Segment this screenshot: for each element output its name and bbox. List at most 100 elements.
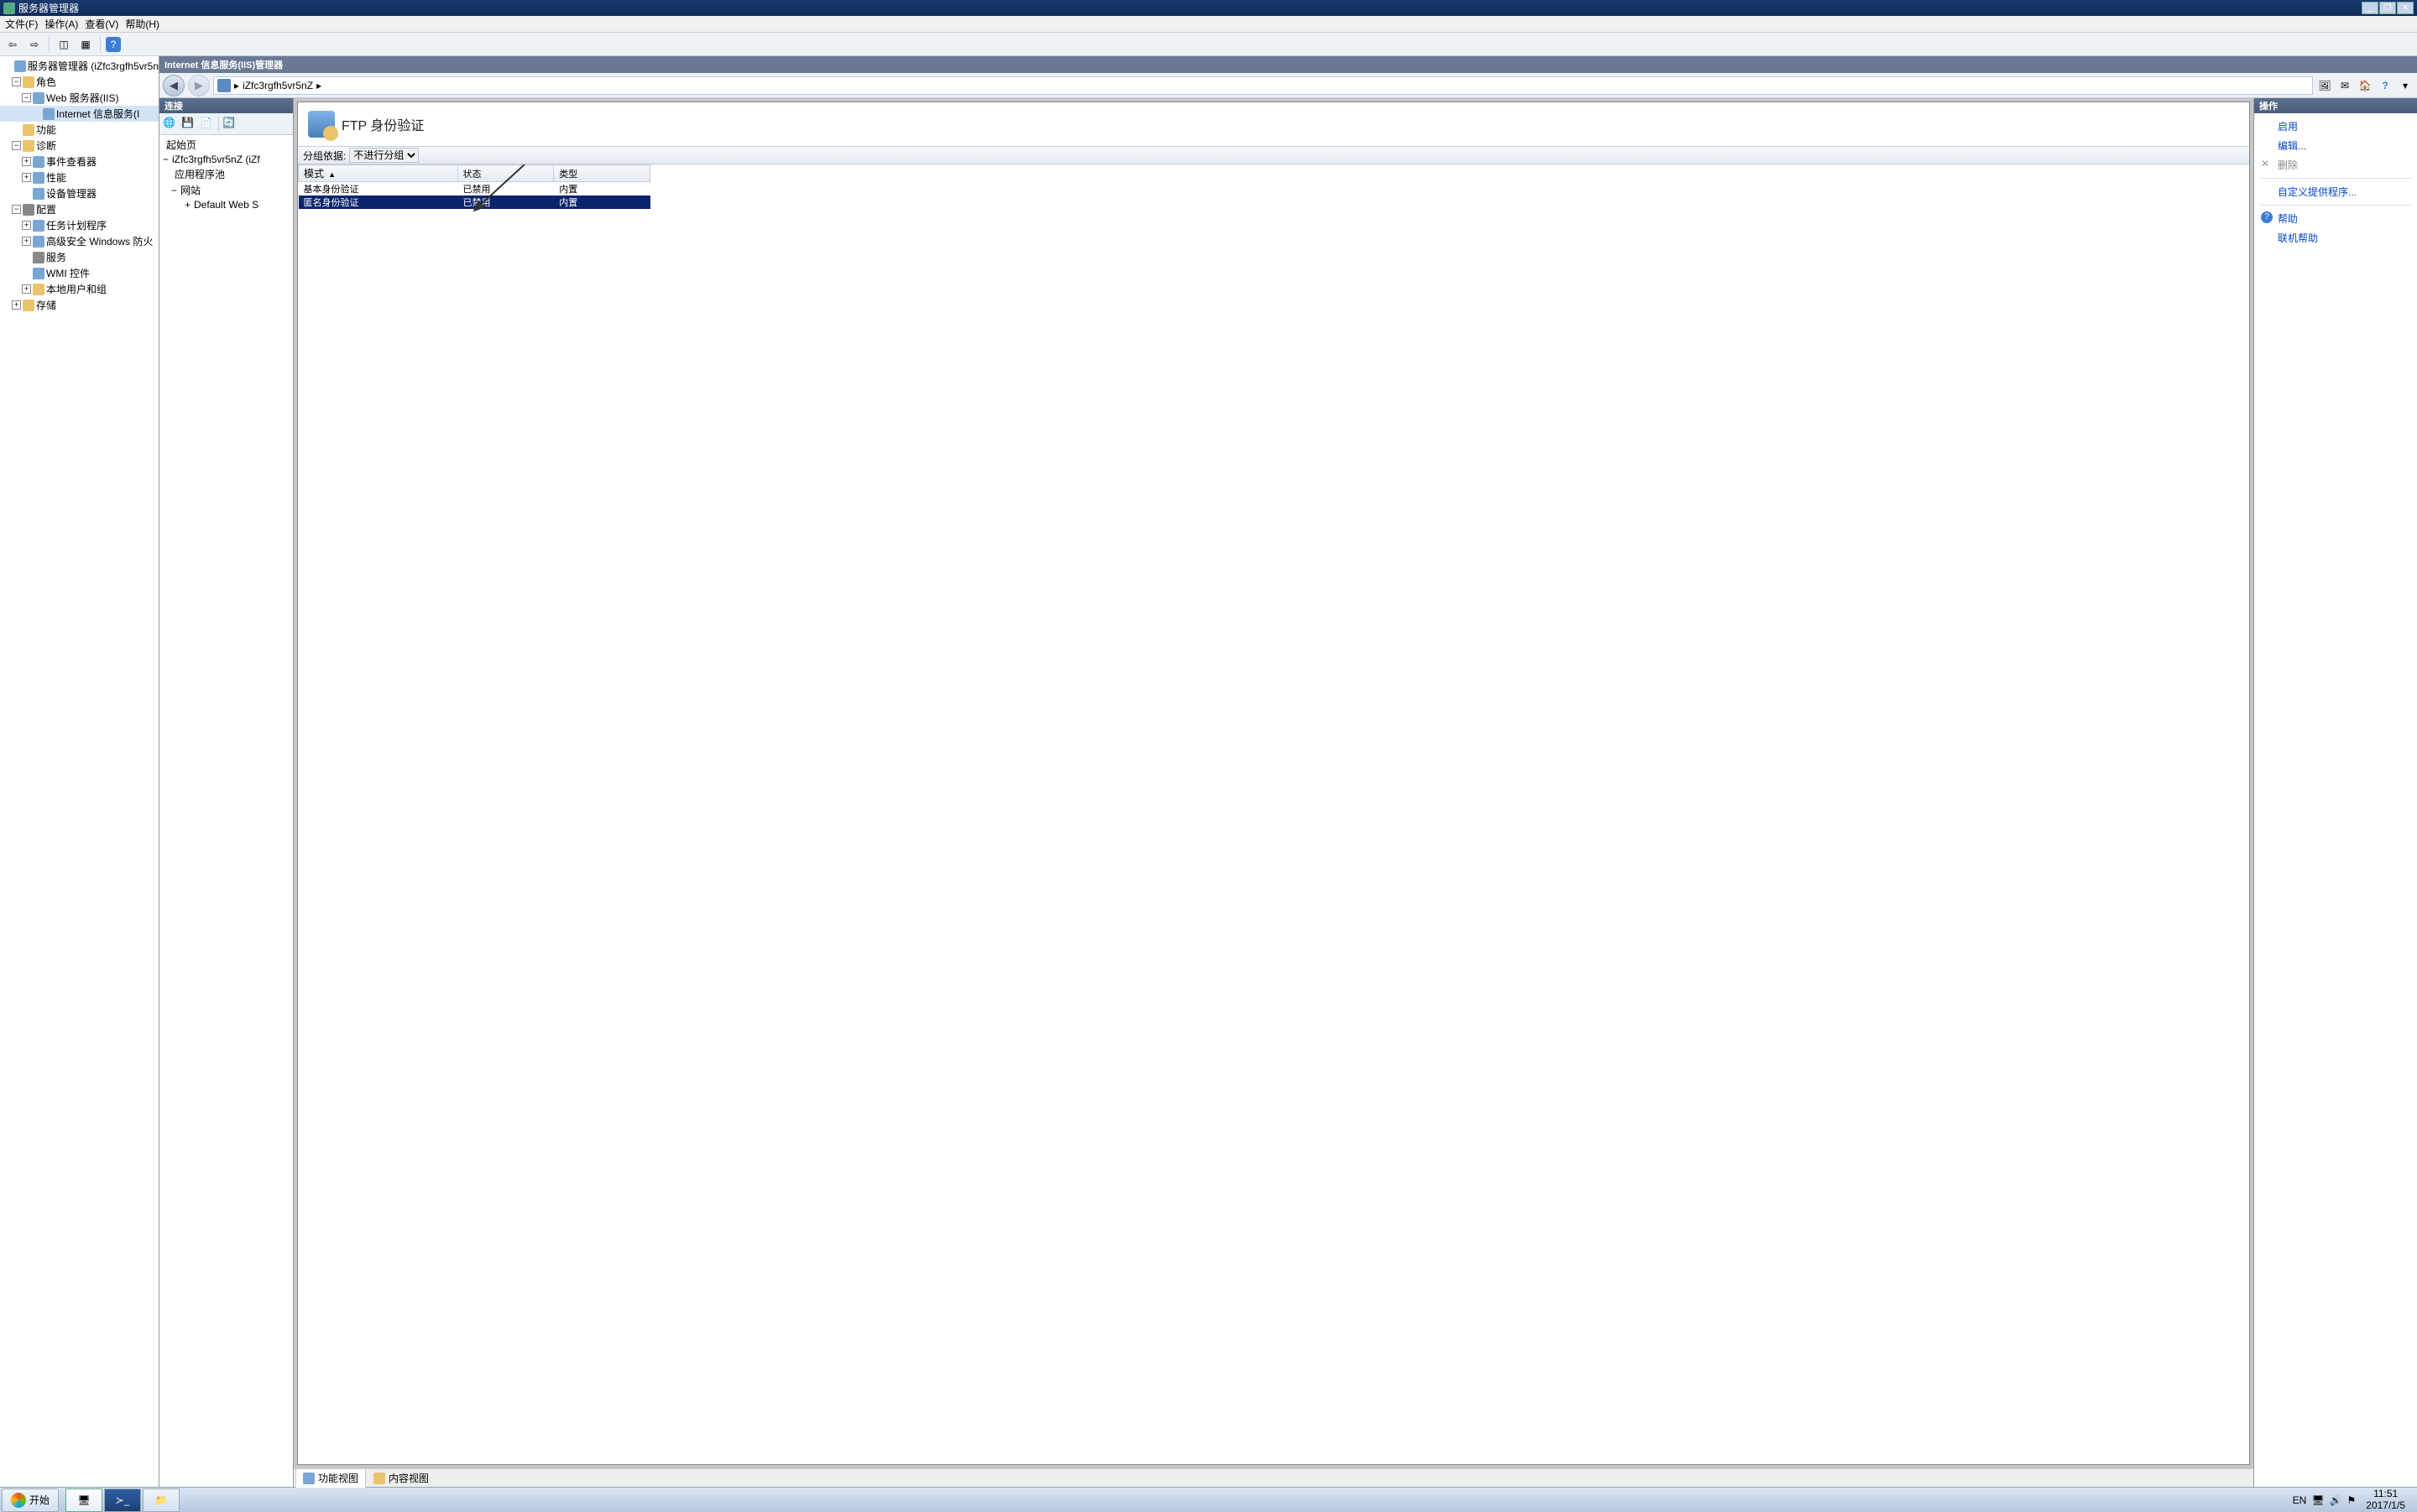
- taskbar-clock[interactable]: 11:51 2017/1/5: [2361, 1489, 2410, 1510]
- minimize-button[interactable]: _: [2362, 2, 2378, 14]
- window-title-bar: 服务器管理器 _ ❐ ✕: [0, 0, 2417, 16]
- tray-icon-1[interactable]: 🖥: [2311, 1494, 2324, 1506]
- menu-bar: 文件(F) 操作(A) 查看(V) 帮助(H): [0, 16, 2417, 33]
- group-by-label: 分组依据:: [303, 149, 346, 163]
- conn-default-site[interactable]: +Default Web S: [159, 198, 293, 211]
- col-type[interactable]: 类型: [554, 165, 650, 182]
- server-manager-tree[interactable]: 服务器管理器 (iZfc3rgfh5vr5n −角色 −Web 服务器(IIS)…: [0, 56, 159, 1487]
- tree-local-users[interactable]: +本地用户和组: [0, 281, 159, 297]
- action-edit[interactable]: 编辑...: [2254, 136, 2417, 155]
- feature-heading: FTP 身份验证: [298, 102, 2249, 146]
- content-view-icon: [373, 1473, 385, 1484]
- menu-help[interactable]: 帮助(H): [125, 17, 159, 31]
- connections-header: 连接: [159, 98, 293, 113]
- nav-icon-1[interactable]: 🖼: [2316, 77, 2333, 94]
- menu-action[interactable]: 操作(A): [44, 17, 78, 31]
- tree-event-viewer[interactable]: +事件查看器: [0, 154, 159, 169]
- tree-roles[interactable]: −角色: [0, 74, 159, 90]
- action-enable[interactable]: 启用: [2254, 117, 2417, 136]
- breadcrumb-host[interactable]: iZfc3rgfh5vr5nZ: [243, 80, 313, 91]
- conn-server-node[interactable]: −iZfc3rgfh5vr5nZ (iZf: [159, 153, 293, 166]
- conn-sites[interactable]: −网站: [159, 182, 293, 198]
- breadcrumb[interactable]: ▸ iZfc3rgfh5vr5nZ ▸: [213, 76, 2313, 95]
- app-icon: [3, 3, 15, 14]
- nav-help-icon[interactable]: ?: [2377, 77, 2394, 94]
- restore-button[interactable]: ❐: [2379, 2, 2396, 14]
- auth-cell-status: 已禁用: [457, 196, 554, 209]
- tree-diagnostics[interactable]: −诊断: [0, 138, 159, 154]
- tree-web-iis[interactable]: −Web 服务器(IIS): [0, 90, 159, 106]
- group-by-select[interactable]: 不进行分组: [349, 148, 419, 163]
- auth-grid[interactable]: 模式 ▲ 状态 类型 基本身份验证已禁用内置匿名身份验证已禁用内置: [298, 164, 2249, 1464]
- nav-forward-button[interactable]: ▶: [188, 75, 210, 96]
- connections-pane: 连接 🌐 💾 📄 🔄 起始页 −iZfc3rgfh5vr5nZ (iZf 应用程…: [159, 98, 294, 1487]
- server-icon: [217, 79, 231, 92]
- show-hide-icon[interactable]: ◫: [55, 35, 73, 54]
- tree-device-manager[interactable]: 设备管理器: [0, 185, 159, 201]
- action-delete: 删除: [2254, 155, 2417, 175]
- action-custom-providers[interactable]: 自定义提供程序...: [2254, 182, 2417, 201]
- connections-tree[interactable]: 起始页 −iZfc3rgfh5vr5nZ (iZf 应用程序池 −网站 +Def…: [159, 135, 293, 1487]
- tree-performance[interactable]: +性能: [0, 169, 159, 185]
- col-status[interactable]: 状态: [457, 165, 554, 182]
- action-online-help[interactable]: 联机帮助: [2254, 228, 2417, 248]
- tree-root[interactable]: 服务器管理器 (iZfc3rgfh5vr5n: [0, 58, 159, 74]
- view-tabs: 功能视图 内容视图: [294, 1468, 2253, 1487]
- feature-title: FTP 身份验证: [342, 114, 424, 134]
- ftp-auth-icon: [308, 111, 335, 138]
- features-view-icon: [303, 1473, 315, 1484]
- conn-cert-icon[interactable]: 📄: [200, 117, 215, 132]
- conn-save-icon[interactable]: 💾: [181, 117, 196, 132]
- system-tray[interactable]: EN 🖥 🔊 ⚑ 11:51 2017/1/5: [2286, 1489, 2417, 1510]
- auth-cell-type: 内置: [554, 196, 650, 209]
- taskbar-server-manager[interactable]: 🖥: [65, 1489, 102, 1512]
- tree-config[interactable]: −配置: [0, 201, 159, 217]
- auth-row[interactable]: 基本身份验证已禁用内置: [299, 182, 650, 196]
- actions-header: 操作: [2254, 98, 2417, 113]
- help-icon[interactable]: ?: [106, 37, 121, 52]
- conn-app-pools[interactable]: 应用程序池: [159, 166, 293, 182]
- tray-icon-2[interactable]: 🔊: [2330, 1494, 2342, 1506]
- nav-home-icon[interactable]: 🏠: [2357, 77, 2373, 94]
- start-button[interactable]: 开始: [2, 1489, 59, 1512]
- taskbar-powershell[interactable]: ≻_: [104, 1489, 141, 1512]
- properties-icon[interactable]: ▦: [76, 35, 95, 54]
- action-help[interactable]: 帮助: [2254, 209, 2417, 228]
- nav-icon-2[interactable]: ✉: [2336, 77, 2353, 94]
- tray-flag-icon[interactable]: ⚑: [2347, 1494, 2357, 1506]
- iis-title-bar: Internet 信息服务(IIS)管理器: [159, 56, 2417, 73]
- tree-iis-manager[interactable]: Internet 信息服务(I: [0, 106, 159, 122]
- tree-wmi[interactable]: WMI 控件: [0, 265, 159, 281]
- tree-features[interactable]: 功能: [0, 122, 159, 138]
- windows-orb-icon: [11, 1493, 26, 1508]
- group-by-row: 分组依据: 不进行分组: [298, 146, 2249, 164]
- taskbar: 开始 🖥 ≻_ 📁 EN 🖥 🔊 ⚑ 11:51 2017/1/5: [0, 1487, 2417, 1512]
- menu-file[interactable]: 文件(F): [5, 17, 38, 31]
- actions-pane: 操作 启用 编辑... 删除 自定义提供程序... 帮助 联机帮助: [2253, 98, 2417, 1487]
- tree-task-scheduler[interactable]: +任务计划程序: [0, 217, 159, 233]
- tree-services[interactable]: 服务: [0, 249, 159, 265]
- forward-icon[interactable]: ⇨: [25, 35, 44, 54]
- close-button[interactable]: ✕: [2397, 2, 2414, 14]
- auth-row[interactable]: 匿名身份验证已禁用内置: [299, 196, 650, 209]
- sort-asc-icon: ▲: [328, 170, 336, 179]
- nav-dropdown-icon[interactable]: ▾: [2397, 77, 2414, 94]
- conn-refresh-icon[interactable]: 🔄: [222, 117, 238, 132]
- col-mode[interactable]: 模式 ▲: [299, 165, 458, 182]
- tree-storage[interactable]: +存储: [0, 297, 159, 313]
- auth-cell-mode: 基本身份验证: [299, 182, 458, 196]
- nav-back-button[interactable]: ◀: [163, 75, 185, 96]
- conn-add-icon[interactable]: 🌐: [163, 117, 178, 132]
- language-indicator[interactable]: EN: [2293, 1494, 2307, 1506]
- back-icon[interactable]: ⇦: [3, 35, 22, 54]
- conn-start-page[interactable]: 起始页: [159, 137, 293, 153]
- tab-content-view[interactable]: 内容视图: [367, 1469, 436, 1487]
- taskbar-explorer[interactable]: 📁: [143, 1489, 180, 1512]
- tab-features-view[interactable]: 功能视图: [295, 1468, 366, 1488]
- iis-nav-row: ◀ ▶ ▸ iZfc3rgfh5vr5nZ ▸ 🖼 ✉ 🏠 ? ▾: [159, 73, 2417, 98]
- window-title: 服务器管理器: [18, 1, 79, 15]
- connections-toolbar: 🌐 💾 📄 🔄: [159, 113, 293, 135]
- tree-firewall[interactable]: +高级安全 Windows 防火: [0, 233, 159, 249]
- auth-cell-type: 内置: [554, 182, 650, 196]
- menu-view[interactable]: 查看(V): [85, 17, 118, 31]
